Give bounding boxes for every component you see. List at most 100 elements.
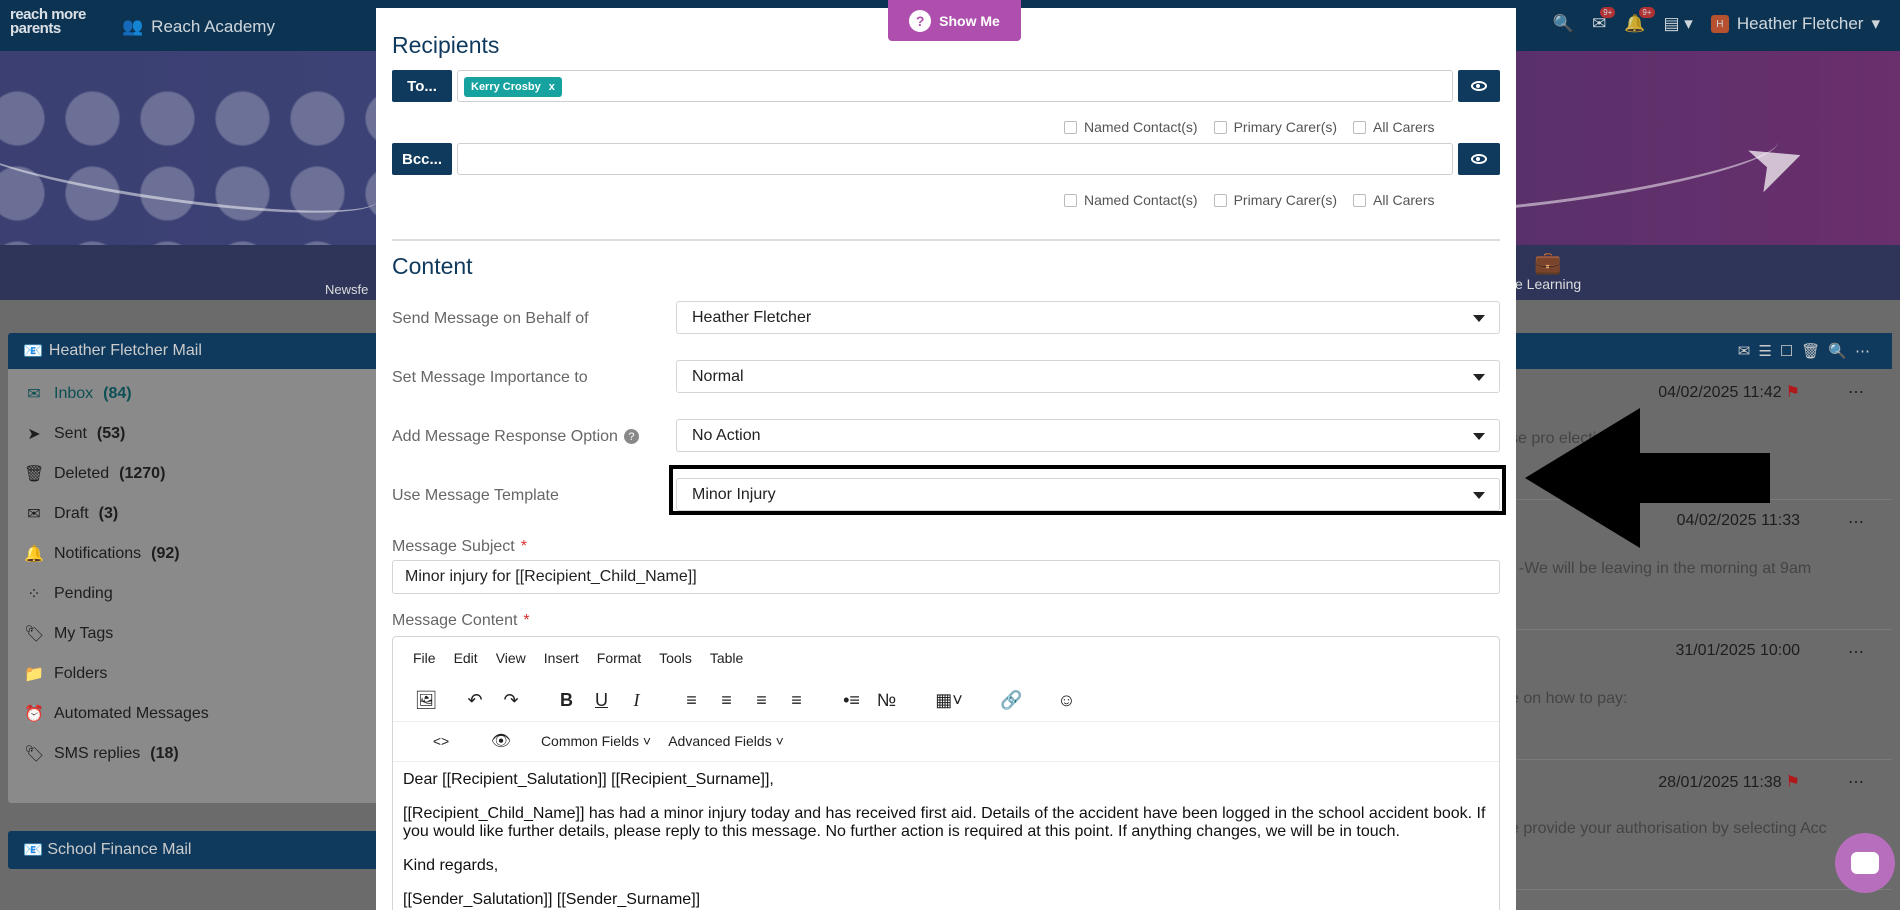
advanced-fields-menu[interactable]: Advanced Fields ˅ [661, 733, 791, 749]
folder-folders[interactable]: 📁 Folders [8, 654, 388, 694]
message-row[interactable]: 31/01/2025 10:00 ⋯ e on how to pay: [1480, 630, 1892, 760]
mail-icon[interactable]: ✉ 9+ [1592, 7, 1616, 34]
numbered-list-icon[interactable]: № [869, 690, 904, 711]
caret-down-icon [1473, 374, 1485, 381]
menu-view[interactable]: View [496, 650, 526, 666]
align-left-icon[interactable]: ≡ [674, 690, 709, 711]
align-center-icon[interactable]: ≡ [709, 690, 744, 711]
select-all-icon[interactable]: ☐ [1780, 342, 1793, 360]
pointer-arrow-icon [1525, 408, 1770, 548]
source-code-icon[interactable]: <> [411, 733, 471, 749]
bell-badge: 9+ [1639, 7, 1655, 18]
align-justify-icon[interactable]: ≡ [744, 690, 779, 711]
primary-carers-checkbox[interactable]: Primary Carer(s) [1213, 192, 1337, 208]
behalf-select[interactable]: Heather Fletcher [676, 301, 1500, 334]
folder-sms-replies[interactable]: 🏷 SMS replies (18) [8, 734, 388, 774]
folder-my-tags[interactable]: 🏷 My Tags [8, 614, 388, 654]
more-icon[interactable]: ⋯ [1848, 512, 1864, 532]
bold-icon[interactable]: B [549, 690, 584, 711]
trash-icon[interactable]: 🗑 [1801, 342, 1820, 360]
preview-bcc-button[interactable] [1458, 143, 1500, 175]
underline-icon[interactable]: U [584, 690, 619, 711]
message-date: 04/02/2025 11:42 ⚑ [1658, 384, 1800, 401]
bullet-list-icon[interactable]: •≡ [834, 690, 869, 711]
bcc-field[interactable] [457, 143, 1453, 175]
subject-input[interactable]: Minor injury for [[Recipient_Child_Name]… [392, 560, 1500, 594]
more-icon[interactable]: ⋯ [1848, 382, 1864, 402]
more-icon[interactable]: ⋯ [1848, 772, 1864, 792]
academy-switcher[interactable]: 👥 Reach Academy [122, 17, 275, 37]
folder-icon: 📁 [24, 666, 44, 683]
undo-icon[interactable]: ↶ [457, 690, 493, 711]
folder-notifications[interactable]: 🔔 Notifications (92) [8, 534, 388, 574]
align-right-icon[interactable]: ≡ [779, 690, 814, 711]
id-card-icon[interactable]: ▤ ▾ [1664, 14, 1693, 34]
user-name: Heather Fletcher [1736, 14, 1864, 33]
menu-format[interactable]: Format [597, 650, 641, 666]
primary-carers-checkbox[interactable]: Primary Carer(s) [1213, 119, 1337, 135]
redo-icon[interactable]: ↷ [493, 690, 529, 711]
folder-automated-messages[interactable]: ⏰ Automated Messages [8, 694, 388, 734]
menu-edit[interactable]: Edit [454, 650, 478, 666]
divider [393, 761, 1499, 762]
show-me-button[interactable]: ? Show Me [888, 0, 1021, 41]
user-menu[interactable]: H Heather Fletcher ▾ [1710, 14, 1880, 34]
to-field[interactable]: Kerry Crosby x [457, 70, 1453, 102]
named-contacts-checkbox[interactable]: Named Contact(s) [1064, 119, 1198, 135]
behalf-label: Send Message on Behalf of [392, 310, 589, 327]
to-options: Named Contact(s) Primary Carer(s) All Ca… [1064, 119, 1435, 135]
table-icon[interactable]: ▦˅ [924, 690, 974, 711]
response-select[interactable]: No Action [676, 419, 1500, 452]
image-icon[interactable]: 🖼 [411, 690, 441, 711]
body-paragraph: [[Recipient_Child_Name]] has had a minor… [403, 805, 1486, 840]
folder-deleted[interactable]: 🗑 Deleted (1270) [8, 454, 388, 494]
more-icon[interactable]: ⋯ [1848, 642, 1864, 662]
more-icon[interactable]: ⋯ [1855, 342, 1870, 360]
italic-icon[interactable]: I [619, 690, 654, 711]
all-carers-checkbox[interactable]: All Carers [1353, 119, 1435, 135]
search-icon[interactable]: 🔍 [1828, 342, 1847, 360]
common-fields-menu[interactable]: Common Fields ˅ [531, 733, 661, 749]
help-icon[interactable]: ? [623, 429, 639, 445]
menu-table[interactable]: Table [710, 650, 743, 666]
mailbox-icon: 📧 [23, 343, 43, 360]
folder-draft[interactable]: ✉ Draft (3) [8, 494, 388, 534]
menu-insert[interactable]: Insert [544, 650, 579, 666]
menu-file[interactable]: File [413, 650, 436, 666]
folder-inbox[interactable]: ✉ Inbox (84) [8, 374, 388, 414]
brand-logo[interactable]: reach more parents [10, 7, 86, 36]
emoji-icon[interactable]: ☺ [1049, 690, 1084, 711]
nav-item-learning[interactable]: 💼 e Learning [1515, 250, 1581, 292]
chip-remove-button[interactable]: x [549, 81, 555, 93]
to-button[interactable]: To... [392, 70, 452, 102]
rich-text-editor: File Edit View Insert Format Tools Table 🖼 ↶ ↷… [392, 636, 1500, 910]
editor-content[interactable]: Dear [[Recipient_Salutation]] [[Recipien… [403, 771, 1493, 910]
named-contacts-checkbox[interactable]: Named Contact(s) [1064, 192, 1198, 208]
preview-to-button[interactable] [1458, 70, 1500, 102]
bcc-button[interactable]: Bcc... [392, 143, 452, 175]
folder-pending[interactable]: ⁘ Pending [8, 574, 388, 614]
folder-label: SMS replies [54, 745, 141, 762]
folder-sent[interactable]: ➤ Sent (53) [8, 414, 388, 454]
folder-count: (3) [98, 505, 119, 522]
alarm-clock-icon: ⏰ [24, 706, 44, 723]
bell-icon[interactable]: 🔔 9+ [1624, 7, 1655, 34]
chat-launcher[interactable] [1835, 833, 1895, 893]
preview-icon[interactable]: 👁 [471, 731, 531, 751]
csv-icon[interactable]: ☰ [1758, 342, 1771, 360]
all-carers-checkbox[interactable]: All Carers [1353, 192, 1435, 208]
nav-item-newsfeed[interactable]: Newsfe [325, 282, 368, 297]
importance-select[interactable]: Normal [676, 360, 1500, 393]
divider [393, 721, 1499, 722]
link-icon[interactable]: 🔗 [994, 690, 1029, 711]
message-row[interactable]: 28/01/2025 11:38 ⚑ ⋯ e provide your authori… [1480, 760, 1892, 890]
search-icon[interactable]: 🔍 [1553, 14, 1574, 34]
comment-icon[interactable]: ✉ [1738, 342, 1751, 360]
menu-tools[interactable]: Tools [659, 650, 692, 666]
body-paragraph: Dear [[Recipient_Salutation]] [[Recipien… [403, 771, 774, 788]
inbox-icon: ✉ [27, 386, 41, 403]
template-label: Use Message Template [392, 487, 559, 504]
finance-mailbox-header[interactable]: 📧 School Finance Mail [8, 831, 388, 869]
message-snippet: . -We will be leaving in the morning at … [1510, 560, 1812, 577]
caret-down-icon [1473, 315, 1485, 322]
